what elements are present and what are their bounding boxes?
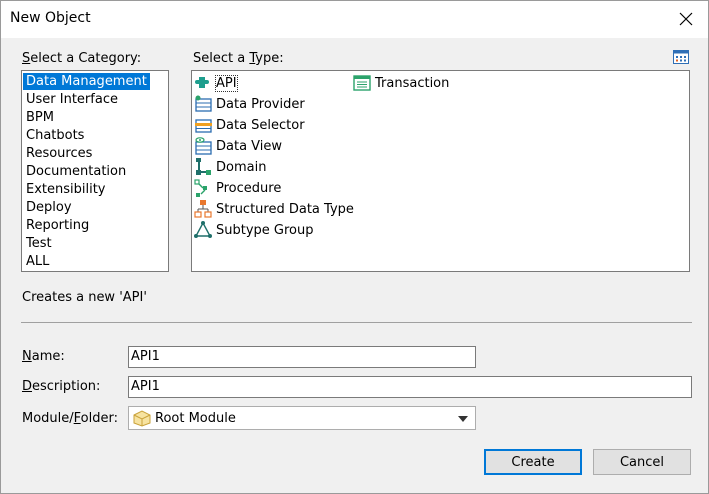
type-item-structured-data-type[interactable]: Structured Data Type (193, 199, 354, 219)
type-item-label: Structured Data Type (216, 201, 354, 217)
type-label: Select a Type: (193, 51, 284, 66)
type-item-label: Data Provider (216, 96, 305, 112)
type-item-label: Domain (216, 159, 267, 175)
type-item-label: API (215, 74, 238, 92)
module-label-accel: F (73, 411, 81, 426)
type-description: Creates a new 'API' (22, 290, 147, 305)
transaction-icon (353, 75, 371, 91)
data-provider-icon (195, 95, 212, 112)
module-folder-label: Module/Folder: (22, 411, 118, 426)
name-label: Name: (22, 349, 65, 364)
type-item-label: Procedure (216, 180, 282, 196)
type-label-pre: Select a (193, 51, 250, 66)
type-item-data-view[interactable]: Data View (193, 136, 282, 156)
name-label-accel: N (22, 349, 32, 364)
grid-view-icon (673, 50, 689, 64)
title-bar: New Object (1, 1, 708, 38)
name-input[interactable]: API1 (128, 346, 476, 368)
category-item-deploy[interactable]: Deploy (23, 199, 75, 216)
type-item-api[interactable]: API (193, 73, 238, 93)
type-item-transaction[interactable]: Transaction (352, 73, 449, 93)
category-item-extensibility[interactable]: Extensibility (23, 181, 109, 198)
category-label-post: elect a Category: (30, 51, 142, 66)
procedure-icon (194, 179, 207, 197)
divider (21, 322, 692, 323)
type-item-label: Transaction (375, 75, 450, 91)
name-label-post: ame: (31, 349, 65, 364)
description-label-accel: D (22, 379, 33, 394)
create-button[interactable]: Create (484, 449, 582, 475)
type-list[interactable]: API Data Provider Data Selector Data Vie… (191, 70, 690, 272)
category-item-reporting[interactable]: Reporting (23, 217, 92, 234)
close-button[interactable] (672, 6, 700, 32)
module-icon (133, 410, 151, 427)
type-item-procedure[interactable]: Procedure (193, 178, 281, 198)
data-selector-icon (195, 119, 212, 133)
type-item-data-provider[interactable]: Data Provider (193, 94, 305, 114)
category-item-test[interactable]: Test (23, 235, 55, 252)
category-item-data-management[interactable]: Data Management (23, 73, 150, 90)
type-item-data-selector[interactable]: Data Selector (193, 115, 305, 135)
module-folder-select[interactable]: Root Module (128, 406, 476, 430)
type-item-label: Subtype Group (216, 222, 314, 238)
category-item-all[interactable]: ALL (23, 253, 52, 270)
subtype-group-icon (194, 221, 212, 238)
module-folder-value: Root Module (155, 410, 236, 426)
type-item-domain[interactable]: Domain (193, 157, 266, 177)
category-label: Select a Category: (22, 51, 141, 66)
category-item-chatbots[interactable]: Chatbots (23, 127, 87, 144)
type-label-post: ype: (255, 51, 284, 66)
description-label: Description: (22, 379, 100, 394)
category-item-user-interface[interactable]: User Interface (23, 91, 121, 108)
description-label-post: escription: (32, 379, 101, 394)
domain-icon (196, 158, 211, 175)
chevron-down-icon (458, 416, 468, 422)
close-icon (679, 12, 693, 26)
type-item-label: Data Selector (216, 117, 305, 133)
cancel-button[interactable]: Cancel (593, 449, 691, 475)
api-icon (195, 77, 209, 88)
category-item-resources[interactable]: Resources (23, 145, 95, 162)
type-item-label: Data View (216, 138, 283, 154)
view-mode-button[interactable] (672, 48, 690, 66)
category-item-bpm[interactable]: BPM (23, 109, 57, 126)
new-object-dialog: New Object Select a Category: Select a T… (0, 0, 709, 494)
window-title: New Object (10, 10, 91, 26)
category-list[interactable]: Data Management User Interface BPM Chatb… (21, 70, 169, 272)
description-input[interactable]: API1 (128, 376, 692, 398)
module-label-pre: Module/ (22, 411, 74, 426)
module-label-post: older: (80, 411, 118, 426)
category-item-documentation[interactable]: Documentation (23, 163, 129, 180)
type-item-subtype-group[interactable]: Subtype Group (193, 220, 314, 240)
structured-data-type-icon (194, 200, 212, 218)
data-view-icon (195, 137, 212, 155)
